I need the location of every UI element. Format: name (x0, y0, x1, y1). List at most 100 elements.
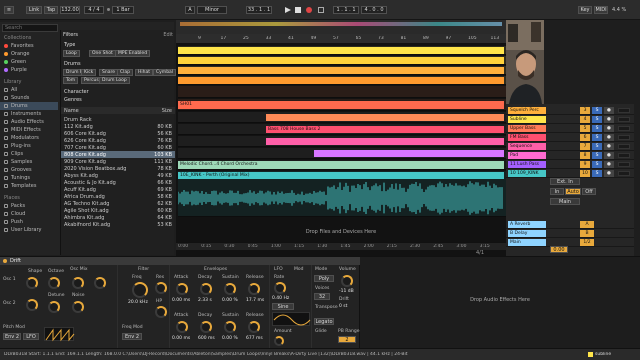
library-item[interactable]: Grooves (0, 166, 58, 174)
collection-item[interactable]: Purple (0, 66, 58, 74)
file-row[interactable]: 2020 Vision Beatbox.adg 78 KB (61, 165, 175, 172)
file-row[interactable]: Abyss Kit.adg 49 KB (61, 172, 175, 179)
file-row[interactable]: Akabifnord Kit.adg 53 KB (61, 221, 175, 228)
pitch-mod-source-1[interactable]: Env 2 (3, 333, 21, 340)
place-item[interactable]: Push (0, 218, 58, 226)
lfo-shape-menu[interactable]: Sine (272, 303, 294, 310)
filter-chip[interactable]: Kick (81, 69, 97, 76)
solo-button[interactable]: S (592, 125, 602, 132)
track-name[interactable]: Upper Bass (508, 125, 546, 132)
loop-length[interactable]: 4 . 0 . 0 (361, 6, 387, 14)
key-root[interactable]: A (185, 6, 195, 14)
solo-button[interactable]: S (592, 161, 602, 168)
clip-upperbass[interactable] (266, 114, 504, 121)
track-lane-8[interactable]: Bass 708 House Bass 2 (178, 124, 506, 135)
mixer-track[interactable]: Pad 8 S ● (506, 151, 634, 160)
track-activator[interactable]: 7 (580, 143, 590, 150)
track-name[interactable]: Sequence (508, 143, 546, 150)
hp-knob[interactable] (155, 306, 167, 318)
metronome-icon[interactable] (107, 8, 110, 11)
character-filter-label[interactable]: Character (64, 89, 89, 95)
arm-button[interactable]: ● (604, 107, 614, 114)
time-signature[interactable]: 4 / 4 (84, 6, 104, 14)
tap-button[interactable]: Tap (44, 6, 58, 14)
mixer-track[interactable]: 10 109_KINK 10 S ● (506, 169, 634, 178)
track-activator[interactable]: 4 (580, 116, 590, 123)
solo-button[interactable]: S (592, 107, 602, 114)
clip-sh01[interactable]: SH01 (178, 101, 504, 109)
link-button[interactable]: Link (26, 6, 42, 14)
solo-button[interactable]: S (592, 143, 602, 150)
filters-edit-button[interactable]: Edit (163, 32, 173, 38)
filter-chip[interactable]: Hihat (135, 69, 154, 76)
cutoff-knob[interactable] (132, 282, 148, 298)
filter-chip[interactable]: One Shot (89, 50, 116, 57)
time-ruler[interactable]: 0:00 0:15 0:30 0:45 1:00 1:15 1:30 1:45 2:00 2:15… (176, 242, 506, 250)
track-lane-2[interactable] (178, 56, 506, 65)
collection-item[interactable]: Favorites (0, 42, 58, 50)
clip-fm-bass[interactable]: Bass 708 House Bass 2 (266, 126, 504, 133)
menu-icon[interactable]: ≡ (4, 6, 14, 14)
track-lane-1[interactable] (178, 46, 506, 55)
amount-knob[interactable] (274, 336, 284, 346)
solo-button[interactable]: S (592, 134, 602, 141)
return-activator[interactable]: B (580, 230, 594, 237)
return-track[interactable]: Main 1/2 (506, 238, 634, 247)
loop-start[interactable]: 1 . 1 . 1 (333, 6, 359, 14)
track-name[interactable]: FM Bass (508, 134, 546, 141)
library-item[interactable]: Plug-ins (0, 142, 58, 150)
file-row[interactable]: Acuff Kit.adg 69 KB (61, 186, 175, 193)
clip-audio-header[interactable]: 10E_KINK - Perth (Original Mix) (178, 172, 504, 179)
collection-item[interactable]: Orange (0, 50, 58, 58)
clip-sequence[interactable] (266, 138, 504, 145)
browser-search-input[interactable]: Search (2, 24, 58, 32)
cue-volume[interactable]: 0.00 (550, 246, 568, 253)
file-row[interactable]: 808 Core Kit.adg 103 KB (61, 151, 175, 158)
file-row[interactable]: AG Techno Kit.adg 62 KB (61, 200, 175, 207)
track-name[interactable]: Subline (508, 116, 546, 123)
place-item[interactable]: User Library (0, 226, 58, 234)
filter-chip[interactable]: Loop (63, 50, 80, 57)
sustain2-knob[interactable] (224, 321, 236, 333)
voices-menu[interactable]: 32 (314, 293, 330, 300)
mixer-track[interactable]: Subline 4 S ● (506, 115, 634, 124)
file-row[interactable]: Agile Shot Kit.adg 60 KB (61, 207, 175, 214)
freq-mod-source[interactable]: Env 2 (122, 333, 142, 340)
track-lane-9[interactable] (178, 136, 506, 147)
library-item[interactable]: Tunings (0, 174, 58, 182)
file-row[interactable]: Acoustic & Jo Kit.adg 66 KB (61, 179, 175, 186)
volume-knob[interactable] (341, 275, 353, 287)
mixer-track[interactable]: Sequence 7 S ● (506, 142, 634, 151)
filter-chip[interactable]: Tom (63, 77, 79, 84)
library-item[interactable]: Samples (0, 158, 58, 166)
track-activator[interactable]: 9 (580, 161, 590, 168)
name-column-header[interactable]: Name (64, 108, 79, 114)
attack2-knob[interactable] (176, 321, 188, 333)
stop-icon[interactable] (295, 7, 301, 13)
track-name[interactable]: 10 109_KINK (508, 170, 546, 177)
solo-button[interactable]: S (592, 116, 602, 123)
solo-button[interactable]: S (592, 152, 602, 159)
legato-button[interactable]: Legato (314, 318, 334, 325)
noise-knob[interactable] (72, 301, 84, 313)
arm-button[interactable]: ● (604, 125, 614, 132)
collection-item[interactable]: Green (0, 58, 58, 66)
track-activator[interactable]: 6 (580, 134, 590, 141)
detune-knob[interactable] (48, 301, 60, 313)
track-activator[interactable]: 5 (580, 125, 590, 132)
shape-knob[interactable] (26, 277, 38, 289)
track-lane-10[interactable] (178, 148, 506, 159)
osc1-level-knob[interactable] (72, 277, 84, 289)
library-item[interactable]: Instruments (0, 110, 58, 118)
output-menu[interactable]: Main (550, 198, 580, 205)
sustain-knob[interactable] (224, 283, 236, 295)
arrangement-position[interactable]: 33 . 1 . 1 (246, 6, 272, 14)
track-lane-6[interactable]: SH01 (178, 99, 506, 111)
clip-lead[interactable]: Melodic Chord...4 Chord Orchestra (178, 161, 504, 169)
track-name[interactable]: 11 Lush Pass (508, 161, 546, 168)
monitor-in-button[interactable]: In (550, 188, 564, 195)
device-power-icon[interactable] (3, 259, 7, 263)
input-type-menu[interactable]: Ext. In (550, 178, 580, 185)
clip-squelch[interactable] (178, 67, 504, 74)
osc2-level-knob[interactable] (94, 277, 106, 289)
